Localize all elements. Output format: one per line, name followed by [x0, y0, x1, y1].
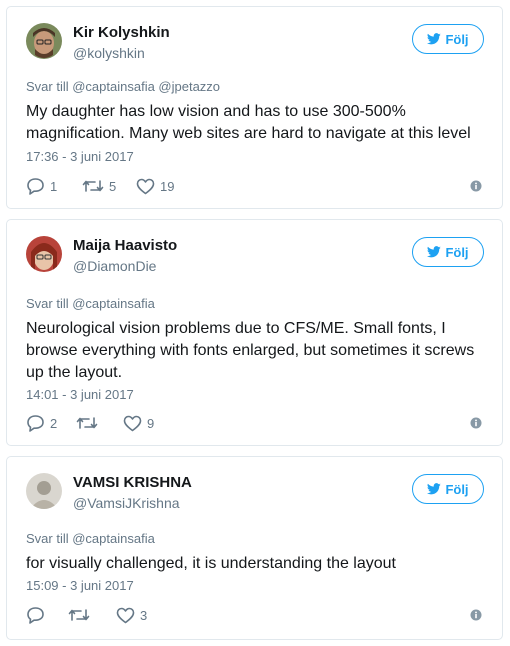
like-button[interactable]: 19 [136, 176, 174, 196]
reply-icon [26, 606, 45, 624]
tweet-card-vamsijkrishna[interactable]: VAMSI KRISHNA @VamsiJKrishna Följ Svar t… [6, 456, 503, 640]
twitter-bird-icon [427, 33, 442, 45]
tweet-text-line: for visually challenged, it is understan… [26, 555, 396, 572]
info-icon[interactable] [468, 607, 484, 623]
author-name[interactable]: VAMSI KRISHNA [73, 474, 192, 491]
tweet-text-line: browse everything with fonts enlarged, b… [26, 342, 475, 359]
reply-count: 1 [50, 178, 58, 194]
reply-to-line[interactable]: Svar till @captainsafia @jpetazzo [26, 79, 220, 94]
follow-button[interactable]: Följ [412, 24, 484, 54]
follow-label: Följ [445, 481, 469, 497]
like-button[interactable]: 9 [123, 413, 154, 433]
reply-icon [26, 414, 45, 432]
reply-button[interactable]: 2 [26, 413, 57, 433]
follow-label: Följ [445, 31, 469, 47]
author-handle[interactable]: @VamsiJKrishna [73, 495, 180, 511]
action-bar: 1 5 19 [26, 176, 484, 196]
reply-button[interactable] [26, 605, 50, 625]
tweet-text-line: magnification. Many web sites are hard t… [26, 125, 471, 142]
timestamp[interactable]: 17:36 - 3 juni 2017 [26, 149, 134, 164]
action-bar: 2 9 [26, 413, 484, 433]
action-bar: 3 [26, 605, 484, 625]
tweet-text-line: My daughter has low vision and has to us… [26, 103, 406, 120]
reply-button[interactable]: 1 [26, 176, 57, 196]
timestamp[interactable]: 15:09 - 3 juni 2017 [26, 578, 134, 593]
author-name[interactable]: Maija Haavisto [73, 237, 177, 254]
reply-icon [26, 177, 45, 195]
twitter-bird-icon [427, 246, 442, 258]
like-count: 9 [147, 415, 155, 431]
author-handle[interactable]: @kolyshkin [73, 45, 145, 61]
like-button[interactable]: 3 [116, 605, 147, 625]
tweet-text-line: up the layout. [26, 364, 123, 381]
heart-icon [116, 607, 135, 624]
author-name[interactable]: Kir Kolyshkin [73, 24, 170, 41]
tweet-text-line: Neurological vision problems due to CFS/… [26, 320, 446, 337]
tweet-text: Neurological vision problems due to CFS/… [26, 318, 491, 384]
retweet-count: 5 [109, 178, 117, 194]
timestamp[interactable]: 14:01 - 3 juni 2017 [26, 387, 134, 402]
avatar[interactable] [26, 473, 62, 509]
reply-count: 2 [50, 415, 58, 431]
follow-label: Följ [445, 244, 469, 260]
like-count: 19 [160, 178, 175, 194]
tweet-text: for visually challenged, it is understan… [26, 553, 491, 575]
retweet-icon [82, 178, 104, 194]
like-count: 3 [140, 607, 148, 623]
tweet-card-kolyshkin[interactable]: Kir Kolyshkin @kolyshkin Följ Svar till … [6, 6, 503, 209]
tweet-card-diamondie[interactable]: Maija Haavisto @DiamonDie Följ Svar till… [6, 219, 503, 446]
reply-to-line[interactable]: Svar till @captainsafia [26, 531, 155, 546]
twitter-bird-icon [427, 483, 442, 495]
retweet-icon [68, 607, 90, 623]
follow-button[interactable]: Följ [412, 474, 484, 504]
follow-button[interactable]: Följ [412, 237, 484, 267]
retweet-button[interactable] [76, 413, 103, 433]
info-icon[interactable] [468, 415, 484, 431]
heart-icon [123, 415, 142, 432]
author-handle[interactable]: @DiamonDie [73, 258, 156, 274]
retweet-button[interactable] [68, 605, 95, 625]
retweet-button[interactable]: 5 [82, 176, 116, 196]
heart-icon [136, 178, 155, 195]
info-icon[interactable] [468, 178, 484, 194]
reply-to-line[interactable]: Svar till @captainsafia [26, 296, 155, 311]
retweet-icon [76, 415, 98, 431]
avatar[interactable] [26, 236, 62, 272]
tweet-text: My daughter has low vision and has to us… [26, 101, 491, 145]
avatar[interactable] [26, 23, 62, 59]
